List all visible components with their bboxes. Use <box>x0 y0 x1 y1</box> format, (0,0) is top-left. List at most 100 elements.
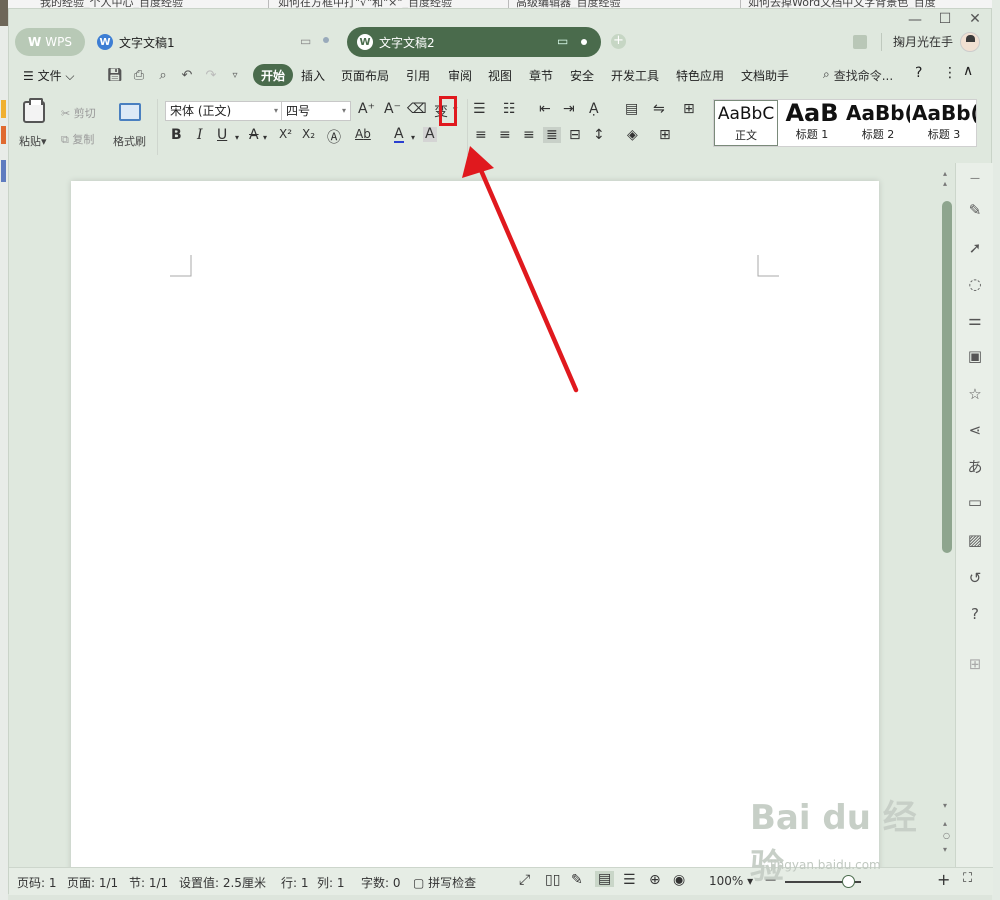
browser-tab-4[interactable]: 如何去掉Word文档中文字背景色_百度 <box>748 0 936 8</box>
user-name[interactable]: 掬月光在手 <box>893 33 953 50</box>
format-painter-button[interactable]: 格式刷 <box>113 133 146 149</box>
status-word-count[interactable]: 字数: 0 <box>361 874 401 891</box>
chevron-down-icon[interactable]: ▾ <box>235 133 239 142</box>
outline-view-icon[interactable]: ☰ <box>623 872 636 888</box>
browser-tab-3[interactable]: 高级编辑器_百度经验 <box>516 0 621 8</box>
cut-button[interactable]: ✂ 剪切 <box>61 105 96 121</box>
share-icon[interactable]: ⋖ <box>964 419 986 441</box>
quick-access-more-icon[interactable]: ▿ <box>225 65 245 85</box>
history-clock-icon[interactable]: ↺ <box>964 567 986 589</box>
fullscreen-icon[interactable]: ⤢ <box>519 872 530 888</box>
new-tab-plus-icon[interactable]: + <box>611 34 626 49</box>
style-normal[interactable]: AaBbC 正文 <box>714 100 778 146</box>
style-heading-1[interactable]: AaB 标题 1 <box>780 100 844 146</box>
align-left-icon[interactable]: ≡ <box>475 127 487 143</box>
translate-icon[interactable]: あ <box>964 455 986 477</box>
tab-view[interactable]: 视图 <box>488 67 512 84</box>
web-view-globe-icon[interactable]: ⊕ <box>649 872 661 888</box>
chinese-layout-icon[interactable]: ▤ <box>625 101 638 117</box>
style-heading-2[interactable]: AaBb( 标题 2 <box>846 100 910 146</box>
print-icon[interactable]: ⎙ <box>129 65 149 85</box>
scrollbar-thumb[interactable] <box>942 201 952 553</box>
vertical-scrollbar[interactable]: ▴ ▴ ▾ ▴ ○ ▾ <box>939 165 955 865</box>
search-command[interactable]: ⌕ 查找命令... <box>823 67 893 84</box>
paste-icon[interactable] <box>23 98 45 123</box>
browser-tab-2[interactable]: 如何在方框中打"√"和"×"_百度经验 <box>278 0 452 8</box>
user-avatar[interactable] <box>960 32 980 52</box>
tab-review[interactable]: 审阅 <box>448 67 472 84</box>
text-direction-icon[interactable]: Ạ <box>589 101 599 117</box>
picture-icon[interactable]: ▨ <box>964 529 986 551</box>
font-name-select[interactable]: 宋体 (正文) ▾ <box>165 101 283 121</box>
close-button[interactable]: ✕ <box>963 11 987 29</box>
tab-start[interactable]: 开始 <box>253 64 293 86</box>
status-section[interactable]: 节: 1/1 <box>129 874 168 891</box>
char-shading-button[interactable]: A <box>423 127 437 142</box>
borders-icon[interactable]: ⊞ <box>659 127 671 143</box>
file-menu[interactable]: ☰ 文件 ⌵ <box>23 67 75 84</box>
select-cursor-icon[interactable]: ➚ <box>964 237 986 259</box>
shapes-icon[interactable]: ◌ <box>964 273 986 295</box>
tab-insert[interactable]: 插入 <box>301 67 325 84</box>
zoom-level-select[interactable]: 100% ▾ <box>709 874 753 888</box>
print-preview-icon[interactable]: ⌕ <box>153 65 173 85</box>
scroll-up-icon[interactable]: ▴ <box>943 179 947 188</box>
bullet-list-icon[interactable]: ☰ <box>473 101 486 117</box>
page-view-icon[interactable]: ▤ <box>595 871 615 887</box>
undo-icon[interactable]: ↶ <box>177 65 197 85</box>
italic-button[interactable]: I <box>197 127 203 143</box>
help-icon[interactable]: ? <box>915 65 922 81</box>
write-mode-pen-icon[interactable]: ✎ <box>571 872 583 888</box>
decrease-indent-icon[interactable]: ⇤ <box>539 101 551 117</box>
browser-tab-1[interactable]: 我的经验_个人中心_百度经验 <box>40 0 183 8</box>
distribute-icon[interactable]: ⊟ <box>569 127 581 143</box>
numbered-list-icon[interactable]: ☷ <box>503 101 516 117</box>
help-circle-icon[interactable]: ? <box>964 603 986 625</box>
archive-box-icon[interactable]: ▭ <box>964 491 986 513</box>
grow-font-button[interactable]: A⁺ <box>358 101 375 117</box>
document-page[interactable] <box>71 181 879 881</box>
tab-developer[interactable]: 开发工具 <box>611 67 659 84</box>
style-heading-3[interactable]: AaBb( 标题 3 <box>912 100 976 146</box>
wps-home-button[interactable]: W WPS <box>15 28 85 56</box>
read-mode-icon[interactable]: ▯▯ <box>545 872 560 888</box>
fit-page-icon[interactable]: ⛶ <box>963 871 972 886</box>
shading-bucket-icon[interactable]: ◈ <box>627 127 638 143</box>
more-vertical-icon[interactable]: ⋮ <box>943 65 957 81</box>
shrink-font-button[interactable]: A⁻ <box>384 101 401 117</box>
save-icon[interactable]: 💾︎ <box>105 65 125 85</box>
status-page-number[interactable]: 页码: 1 <box>17 874 57 891</box>
bold-button[interactable]: B <box>171 127 182 143</box>
apps-grid-icon[interactable]: ⊞ <box>964 653 986 675</box>
table-border-icon[interactable]: ⊞ <box>683 101 695 117</box>
underline-button[interactable]: U <box>217 127 227 143</box>
status-setting[interactable]: 设置值: 2.5厘米 <box>179 874 266 891</box>
doc-tab-2-active[interactable]: W 文字文稿2 ▭ <box>347 27 601 57</box>
font-size-select[interactable]: 四号 ▾ <box>281 101 351 121</box>
sidebar-collapse-icon[interactable]: — <box>964 167 986 189</box>
subscript-button[interactable]: X₂ <box>302 127 315 141</box>
copy-button[interactable]: ⧉ 复制 <box>61 131 94 147</box>
superscript-button[interactable]: X² <box>279 127 292 141</box>
redo-icon[interactable]: ↷ <box>201 65 221 85</box>
tab-page-layout[interactable]: 页面布局 <box>341 67 389 84</box>
doc-tab-1[interactable]: W 文字文稿1 ▭ <box>97 28 329 56</box>
clear-format-eraser-icon[interactable]: ⌫ <box>407 101 427 117</box>
collapse-ribbon-icon[interactable]: ∧ <box>963 63 973 79</box>
tab-references[interactable]: 引用 <box>406 67 430 84</box>
tabs-overview-icon[interactable] <box>853 35 867 49</box>
monitor-icon[interactable]: ▭ <box>557 34 568 48</box>
strikethrough-button[interactable]: A <box>249 127 259 143</box>
align-center-icon[interactable]: ≡ <box>499 127 511 143</box>
maximize-button[interactable]: ☐ <box>933 11 957 29</box>
tab-chapter[interactable]: 章节 <box>529 67 553 84</box>
tab-special-apps[interactable]: 特色应用 <box>676 67 724 84</box>
chevron-down-icon[interactable]: ▾ <box>411 133 415 142</box>
line-spacing-icon[interactable]: ↕ <box>593 127 605 143</box>
status-pages[interactable]: 页面: 1/1 <box>67 874 118 891</box>
highlight-button[interactable]: Ab <box>355 127 371 141</box>
increase-indent-icon[interactable]: ⇥ <box>563 101 575 117</box>
star-icon[interactable]: ☆ <box>964 383 986 405</box>
settings-sliders-icon[interactable]: ⚌ <box>964 309 986 331</box>
justify-icon[interactable]: ≣ <box>543 127 561 143</box>
